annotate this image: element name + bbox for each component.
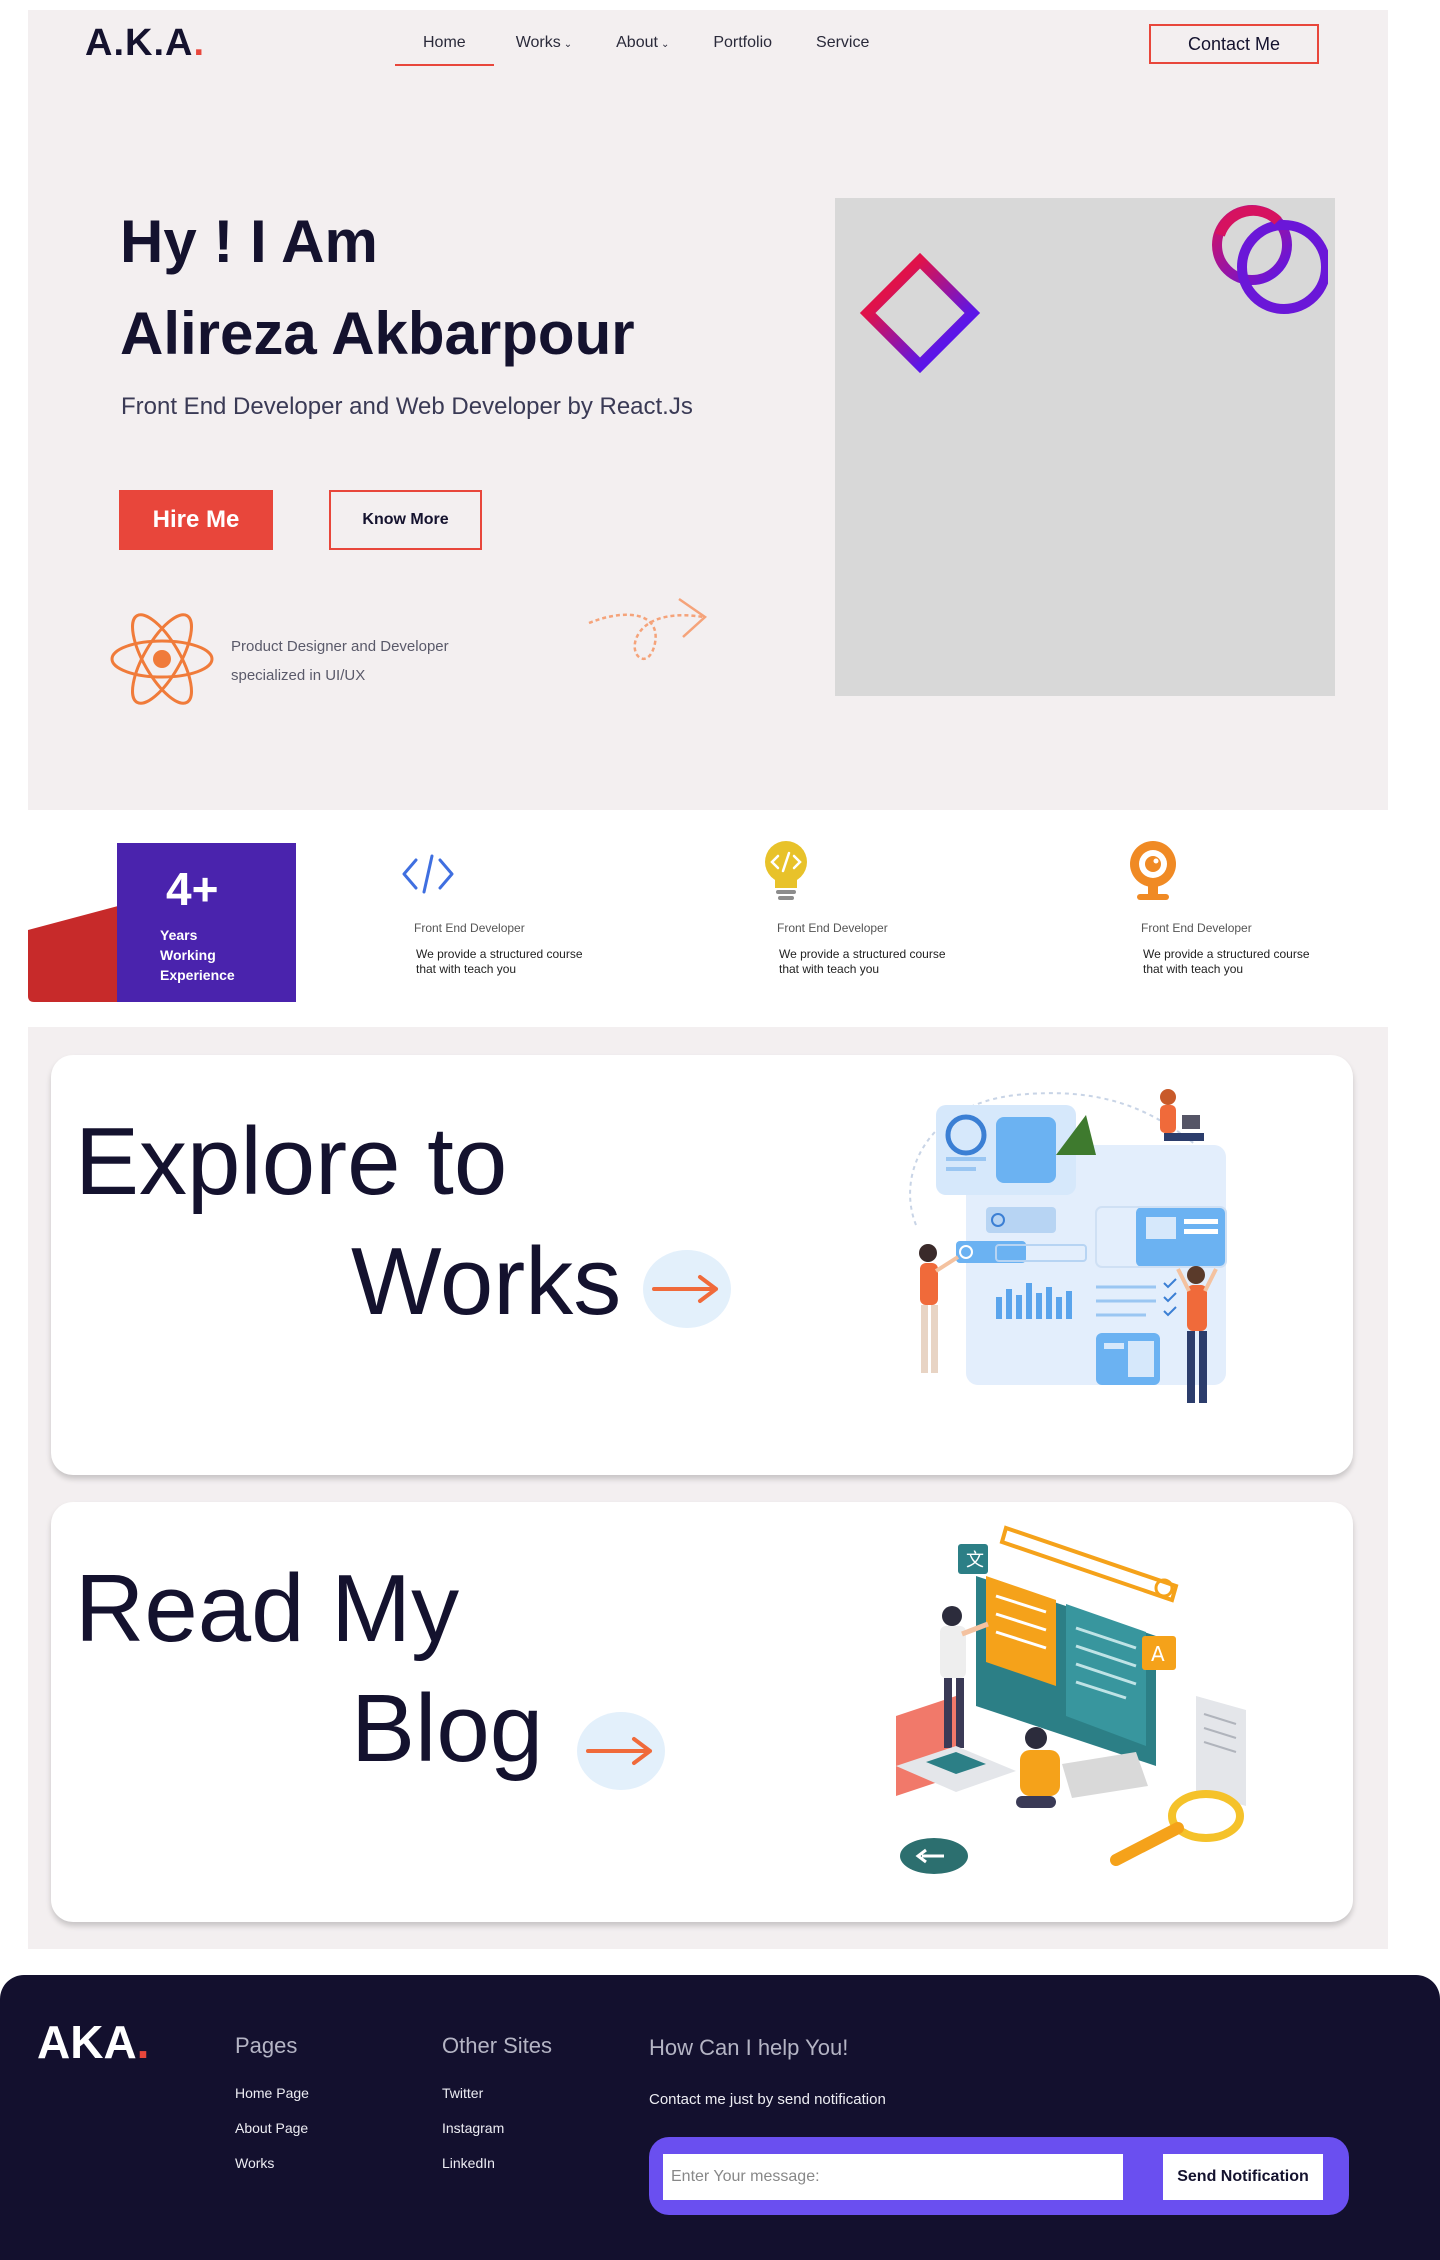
nav-portfolio[interactable]: Portfolio [691,34,794,52]
experience-box: 4+ Years Working Experience [117,843,296,1002]
footer: AKA. Pages Home Page About Page Works Ot… [0,1975,1440,2260]
explore-section: Explore to Works Read My Blog 文 A [28,1027,1388,1949]
skill-item: Front End Developer We provide a structu… [400,840,620,977]
send-notification-button[interactable]: Send Notification [1163,2154,1323,2200]
dashboard-illustration [909,1089,1227,1403]
nav-home-label: Home [423,34,466,51]
skill-desc: We provide a structured course that with … [1143,947,1333,977]
contact-me-button[interactable]: Contact Me [1149,24,1319,64]
nav-service[interactable]: Service [794,34,891,52]
footer-logo[interactable]: AKA. [37,2015,149,2069]
hero-note-line2: specialized in UI/UX [231,667,366,684]
footer-logo-dot: . [136,2016,150,2068]
footer-pages-heading: Pages [235,2033,298,2058]
blog-card-line1: Read My [75,1555,460,1662]
works-card-line1: Explore to [75,1108,508,1215]
know-more-button[interactable]: Know More [329,490,482,550]
logo-dot: . [193,22,206,64]
skill-title: Front End Developer [777,921,888,935]
nav-portfolio-label: Portfolio [713,34,773,51]
chevron-down-icon: ⌄ [563,39,573,50]
hero-note-line1: Product Designer and Developer [231,638,449,655]
blog-card-line2: Blog [351,1675,544,1782]
footer-other-sites-heading: Other Sites [442,2033,553,2058]
svg-text:文: 文 [966,1550,984,1571]
footer-other-sites-column: Other Sites Twitter Instagram LinkedIn [442,2033,552,2171]
footer-link-home-page[interactable]: Home Page [235,2085,309,2101]
notification-form: Send Notification [649,2137,1349,2215]
nav-service-label: Service [816,34,870,51]
footer-link-works[interactable]: Works [235,2155,309,2171]
curly-arrow-icon [588,597,708,661]
experience-label-line1: Years [160,927,198,943]
blog-arrow-button[interactable] [577,1712,665,1790]
hero-title: Hy ! I Am Alireza Akbarpour [120,196,635,380]
arrow-right-icon [586,1737,652,1765]
red-decor-shape [28,906,118,1002]
rings-shape-icon [1212,205,1328,314]
skill-desc-line1: We provide a structured course [416,947,583,961]
webcam-icon [1127,840,1347,902]
nav-works[interactable]: Works ⌄ [494,34,594,52]
nav-about[interactable]: About ⌄ [594,34,691,52]
works-card[interactable]: Explore to Works [51,1055,1353,1475]
arrow-right-icon [652,1275,718,1303]
svg-text:A: A [1151,1642,1165,1666]
blog-card[interactable]: Read My Blog 文 A [51,1502,1353,1922]
main-nav: Home Works ⌄ About ⌄ Portfolio Service [395,34,891,66]
experience-label: Years Working Experience [160,925,296,985]
footer-link-twitter[interactable]: Twitter [442,2085,552,2101]
skill-desc: We provide a structured course that with … [779,947,969,977]
footer-link-about-page[interactable]: About Page [235,2120,309,2136]
works-card-line2: Works [351,1228,622,1335]
works-arrow-button[interactable] [643,1250,731,1328]
hire-me-button[interactable]: Hire Me [119,490,273,550]
skill-desc-line2: that with teach you [779,962,880,976]
footer-logo-text: AKA [37,2016,137,2068]
message-input[interactable] [663,2154,1123,2200]
skill-desc-line2: that with teach you [416,962,517,976]
logo-text: A.K.A [85,22,194,64]
skill-desc: We provide a structured course that with … [416,947,606,977]
nav-home[interactable]: Home [395,34,494,66]
diamond-shape-icon [859,252,981,374]
footer-pages-column: Pages Home Page About Page Works [235,2033,309,2171]
skill-desc-line1: We provide a structured course [779,947,946,961]
hero-note: Product Designer and Developer specialize… [231,632,449,690]
nav-about-label: About [616,34,658,51]
skill-desc-line2: that with teach you [1143,962,1244,976]
skill-desc-line1: We provide a structured course [1143,947,1310,961]
lightbulb-code-icon [763,840,983,902]
experience-number: 4+ [166,863,219,915]
hero-section: A.K.A. Home Works ⌄ About ⌄ Portfolio Serv… [28,10,1388,810]
skill-item: Front End Developer We provide a structu… [763,840,983,977]
skill-title: Front End Developer [1141,921,1252,935]
hero-title-line2: Alireza Akbarpour [120,300,635,367]
code-icon [400,840,620,902]
hero-title-line1: Hy ! I Am [120,208,378,275]
experience-label-line2: Working [160,947,216,963]
footer-help-subtitle: Contact me just by send notification [649,2091,886,2108]
footer-help-heading: How Can I help You! [649,2035,849,2060]
chevron-down-icon: ⌄ [660,39,670,50]
react-atom-icon [110,613,214,705]
skill-title: Front End Developer [414,921,525,935]
hero-subtitle: Front End Developer and Web Developer by… [121,393,693,420]
footer-link-linkedin[interactable]: LinkedIn [442,2155,552,2171]
experience-label-line3: Experience [160,967,235,983]
footer-link-instagram[interactable]: Instagram [442,2120,552,2136]
skill-item: Front End Developer We provide a structu… [1127,840,1347,977]
blog-illustration: 文 A [896,1525,1246,1874]
nav-works-label: Works [515,34,561,51]
logo[interactable]: A.K.A. [85,22,205,65]
